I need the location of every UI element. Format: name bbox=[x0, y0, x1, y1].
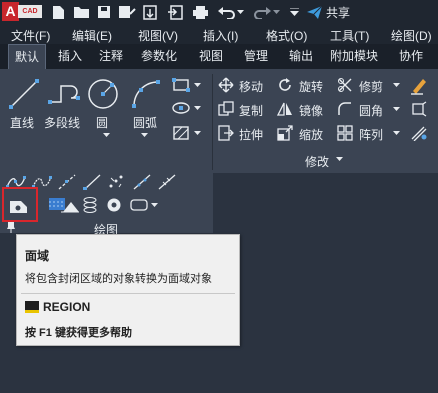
mirror-icon bbox=[277, 102, 292, 116]
line-icon[interactable] bbox=[8, 78, 40, 110]
tab-insert[interactable]: 插入 bbox=[58, 44, 82, 69]
tab-annotate[interactable]: 注释 bbox=[99, 44, 123, 69]
save-icon[interactable] bbox=[96, 3, 112, 21]
logo-text: CAD bbox=[18, 5, 42, 18]
offset-icon[interactable] bbox=[410, 125, 428, 141]
share-label: 共享 bbox=[326, 5, 351, 20]
web-mobile-icon[interactable] bbox=[141, 3, 159, 21]
copy-icon bbox=[218, 101, 234, 116]
tooltip-help: 按 F1 键获得更多帮助 bbox=[25, 327, 132, 339]
scale-button[interactable]: 缩放 bbox=[299, 126, 323, 143]
menu-bar: 文件(F) 编辑(E) 视图(V) 插入(I) 格式(O) 工具(T) 绘图(D… bbox=[0, 24, 438, 44]
hatch-dropdown-icon[interactable] bbox=[194, 131, 201, 136]
share-button[interactable]: 共享 bbox=[306, 3, 350, 21]
title-bar: A CAD 共享 bbox=[0, 0, 438, 24]
tab-parametric[interactable]: 参数化 bbox=[141, 44, 177, 69]
menu-edit[interactable]: 编辑(E) bbox=[72, 27, 112, 44]
trim-icon bbox=[338, 78, 352, 92]
trim-button[interactable]: 修剪 bbox=[359, 78, 383, 95]
construction-line-icon[interactable] bbox=[58, 174, 76, 190]
mirror-button[interactable]: 镜像 bbox=[299, 102, 323, 119]
circle-label[interactable]: 圆 bbox=[96, 114, 108, 131]
panel-separator bbox=[212, 74, 213, 170]
new-file-icon[interactable] bbox=[50, 3, 66, 21]
stretch-button[interactable]: 拉伸 bbox=[239, 126, 263, 143]
save-as-icon[interactable] bbox=[117, 3, 137, 21]
menu-view[interactable]: 视图(V) bbox=[138, 27, 178, 44]
copy-button[interactable]: 复制 bbox=[239, 102, 263, 119]
tab-default[interactable]: 默认 bbox=[8, 44, 47, 69]
logo-letter: A bbox=[2, 2, 19, 21]
tab-collaborate[interactable]: 协作 bbox=[399, 44, 423, 69]
revcloud-icon[interactable] bbox=[60, 198, 80, 214]
send-icon bbox=[307, 5, 323, 19]
open-folder-icon[interactable] bbox=[72, 3, 90, 21]
arc-dropdown-icon[interactable] bbox=[141, 133, 148, 138]
pin-icon[interactable] bbox=[6, 221, 16, 233]
array-dropdown-icon[interactable] bbox=[393, 131, 400, 136]
redo-icon[interactable] bbox=[252, 3, 272, 21]
donut-icon[interactable] bbox=[106, 197, 122, 213]
redo-dropdown-icon[interactable] bbox=[272, 3, 280, 21]
array-button[interactable]: 阵列 bbox=[359, 126, 383, 143]
fillet-button[interactable]: 圆角 bbox=[359, 102, 383, 119]
rectangle-dropdown-icon[interactable] bbox=[194, 83, 201, 88]
menu-insert[interactable]: 插入(I) bbox=[203, 27, 238, 44]
move-button[interactable]: 移动 bbox=[239, 78, 263, 95]
modify-panel-expand-icon[interactable] bbox=[336, 157, 343, 162]
print-icon[interactable] bbox=[191, 3, 209, 21]
tooltip-description: 将包含封闭区域的对象转换为面域对象 bbox=[25, 273, 212, 285]
polyline-icon[interactable] bbox=[47, 80, 81, 108]
undo-icon[interactable] bbox=[216, 3, 238, 21]
customize-dropdown-icon[interactable] bbox=[289, 3, 299, 21]
ribbon-tabs: 默认 插入 注释 参数化 视图 管理 输出 附加模块 协作 bbox=[0, 44, 438, 69]
import-icon[interactable] bbox=[166, 3, 184, 21]
ellipse-dropdown-icon[interactable] bbox=[194, 106, 201, 111]
rotate-button[interactable]: 旋转 bbox=[299, 78, 323, 95]
tab-output[interactable]: 输出 bbox=[289, 44, 313, 69]
move-icon bbox=[218, 77, 234, 93]
hatch-icon[interactable] bbox=[172, 125, 190, 141]
tooltip-divider bbox=[21, 293, 235, 294]
tooltip-command: REGION bbox=[43, 300, 91, 314]
tab-view[interactable]: 视图 bbox=[199, 44, 223, 69]
line-label[interactable]: 直线 bbox=[10, 114, 34, 131]
rectangle-icon[interactable] bbox=[172, 78, 190, 92]
menu-draw[interactable]: 绘图(D) bbox=[391, 27, 432, 44]
region-tooltip: 面域 将包含封闭区域的对象转换为面域对象 REGION 按 F1 键获得更多帮助 bbox=[16, 234, 240, 346]
region-highlight bbox=[2, 187, 38, 222]
stretch-icon bbox=[218, 125, 234, 141]
ellipse-icon[interactable] bbox=[172, 101, 190, 115]
measure-icon[interactable] bbox=[158, 174, 176, 190]
rotate-icon bbox=[279, 78, 291, 91]
divide-icon[interactable] bbox=[133, 174, 151, 190]
polyline-label[interactable]: 多段线 bbox=[44, 114, 80, 131]
arc-label[interactable]: 圆弧 bbox=[133, 114, 157, 131]
boundary-dropdown-icon[interactable] bbox=[151, 203, 158, 208]
arc-icon[interactable] bbox=[130, 78, 164, 110]
boundary-icon[interactable] bbox=[130, 199, 148, 211]
circle-dropdown-icon[interactable] bbox=[103, 133, 110, 138]
command-line-icon bbox=[25, 301, 39, 313]
ray-icon[interactable] bbox=[83, 174, 101, 190]
menu-tools[interactable]: 工具(T) bbox=[330, 27, 369, 44]
modify-panel-title[interactable]: 修改 bbox=[305, 153, 329, 170]
tooltip-title: 面域 bbox=[25, 249, 50, 263]
trim-dropdown-icon[interactable] bbox=[393, 83, 400, 88]
fillet-dropdown-icon[interactable] bbox=[393, 107, 400, 112]
helix-icon[interactable] bbox=[82, 196, 98, 214]
explode-icon[interactable] bbox=[410, 101, 428, 117]
circle-icon[interactable] bbox=[86, 77, 120, 111]
scale-icon bbox=[277, 125, 293, 141]
menu-file[interactable]: 文件(F) bbox=[11, 27, 50, 44]
array-icon bbox=[337, 125, 353, 141]
undo-dropdown-icon[interactable] bbox=[236, 3, 244, 21]
fillet-icon bbox=[338, 102, 351, 115]
menu-format[interactable]: 格式(O) bbox=[266, 27, 307, 44]
multiple-points-icon[interactable] bbox=[108, 175, 124, 189]
erase-icon[interactable] bbox=[409, 75, 429, 95]
tab-manage[interactable]: 管理 bbox=[244, 44, 268, 69]
tab-addins[interactable]: 附加模块 bbox=[330, 44, 378, 69]
app-logo[interactable]: A CAD bbox=[2, 2, 42, 21]
